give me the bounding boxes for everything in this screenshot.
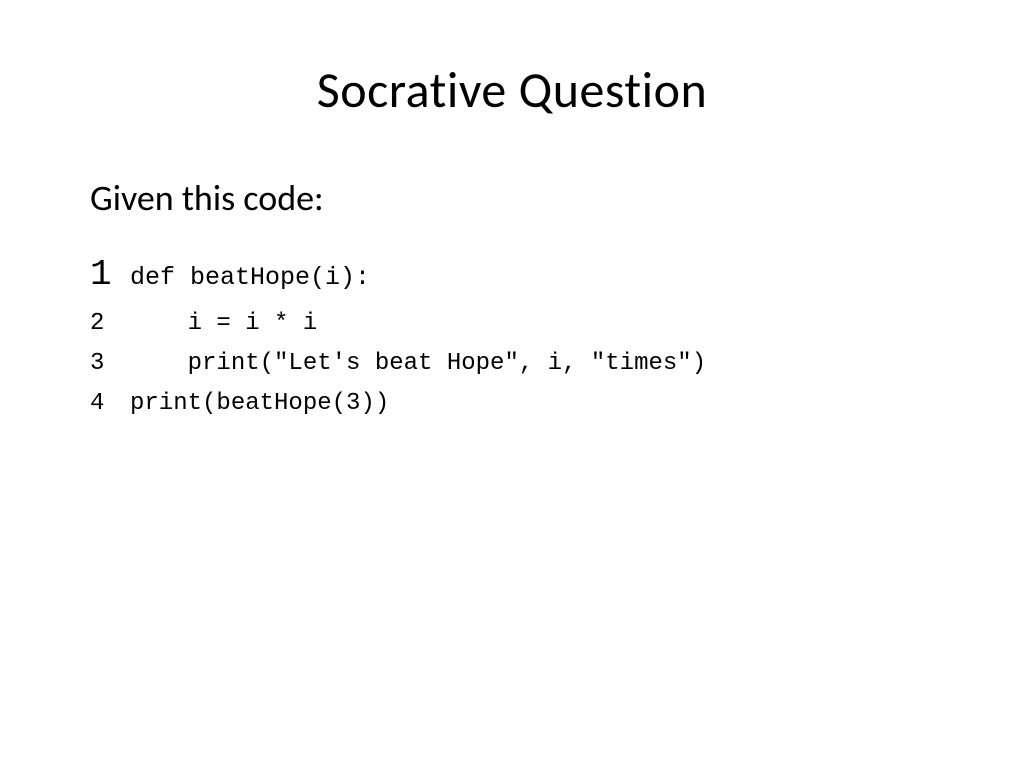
code-text: print(beatHope(3)) bbox=[130, 384, 389, 424]
prompt-text: Given this code: bbox=[90, 176, 934, 220]
slide-title: Socrative Question bbox=[90, 60, 934, 121]
code-text: i = i * i bbox=[130, 304, 317, 344]
slide-container: Socrative Question Given this code: 1 de… bbox=[0, 0, 1024, 768]
line-number: 1 bbox=[90, 245, 130, 304]
code-text: print("Let's beat Hope", i, "times") bbox=[130, 344, 706, 384]
code-text: def beatHope(i): bbox=[130, 257, 370, 298]
code-line: 1 def beatHope(i): bbox=[90, 245, 934, 304]
line-number: 4 bbox=[90, 384, 130, 424]
line-number: 3 bbox=[90, 344, 130, 384]
code-line: 4 print(beatHope(3)) bbox=[90, 384, 934, 424]
code-line: 3 print("Let's beat Hope", i, "times") bbox=[90, 344, 934, 384]
code-line: 2 i = i * i bbox=[90, 304, 934, 344]
code-block: 1 def beatHope(i): 2 i = i * i 3 print("… bbox=[90, 245, 934, 423]
line-number: 2 bbox=[90, 304, 130, 344]
